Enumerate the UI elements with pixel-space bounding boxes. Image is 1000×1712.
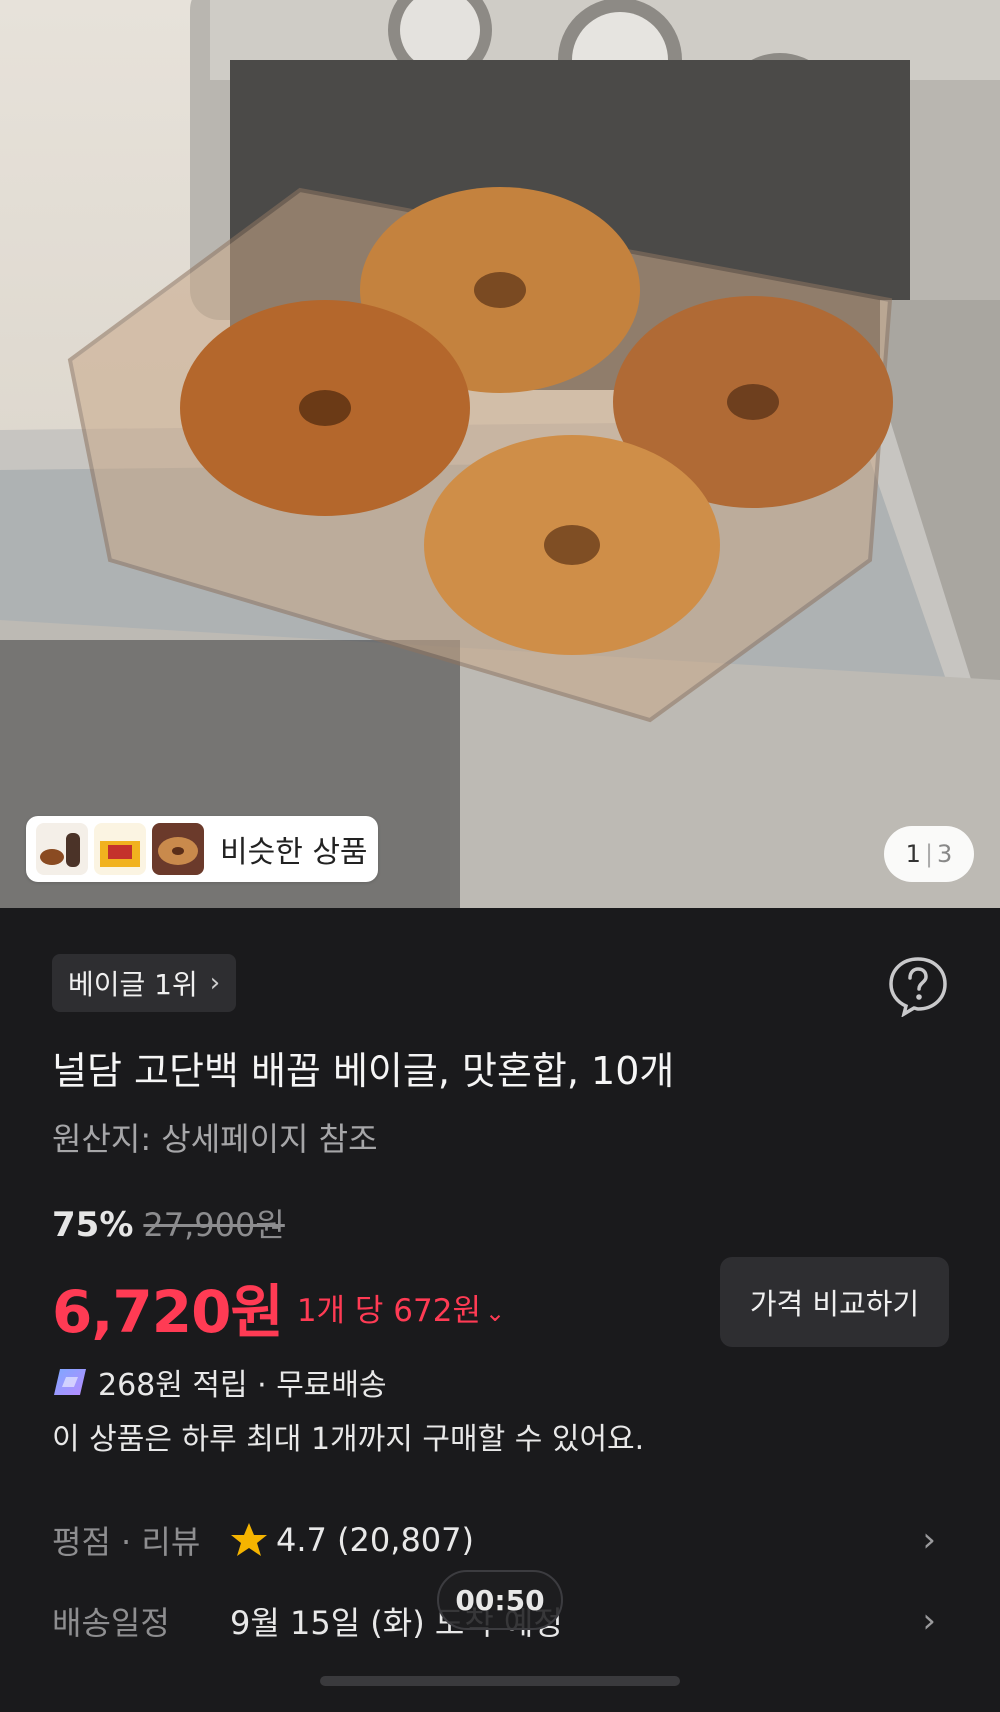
product-origin: 원산지: 상세페이지 참조 xyxy=(52,1120,378,1158)
unit-price: 1개 당 672원 xyxy=(296,1292,481,1329)
chevron-down-icon: ⌄ xyxy=(485,1298,506,1327)
reward-row: 268원 적립 · 무료배송 xyxy=(52,1360,387,1404)
product-photo xyxy=(0,0,1000,908)
similar-product-thumbnail xyxy=(36,823,88,875)
page-total: 3 xyxy=(937,840,953,868)
image-page-indicator: 1 | 3 xyxy=(884,826,974,882)
recording-timer: 00:50 xyxy=(437,1570,563,1630)
similar-product-thumbnail xyxy=(94,823,146,875)
chevron-right-icon: › xyxy=(922,1520,936,1560)
product-title: 널담 고단백 배꼽 베이글, 맛혼합, 10개 xyxy=(52,1049,675,1093)
purchase-limit-notice: 이 상품은 하루 최대 1개까지 구매할 수 있어요. xyxy=(52,1422,645,1457)
rank-label: 베이글 1위 xyxy=(68,968,198,1001)
similar-products-button[interactable]: 비슷한 상품 xyxy=(26,816,378,882)
reward-coin-icon xyxy=(54,1369,86,1395)
help-icon[interactable] xyxy=(887,955,949,1017)
price-row: 6,720원 1개 당 672원 ⌄ xyxy=(52,1265,505,1349)
rating-label: 평점 · 리뷰 xyxy=(52,1523,201,1561)
unit-price-toggle[interactable]: 1개 당 672원 ⌄ xyxy=(297,1285,505,1330)
delivery-label: 배송일정 xyxy=(52,1604,170,1642)
original-price: 27,900원 xyxy=(143,1206,285,1244)
similar-products-label: 비슷한 상품 xyxy=(220,835,368,870)
discount-rate: 75% xyxy=(52,1205,134,1245)
reward-text: 268원 적립 · 무료배송 xyxy=(98,1368,387,1403)
category-rank-chip[interactable]: 베이글 1위 › xyxy=(52,954,237,1012)
home-indicator[interactable] xyxy=(320,1676,680,1686)
rating-review-row[interactable]: 평점 · 리뷰 4.7 (20,807) › xyxy=(52,1518,948,1562)
chevron-right-icon: › xyxy=(209,968,221,998)
product-image-carousel[interactable]: 비슷한 상품 1 | 3 xyxy=(0,0,1000,908)
rating-value: 4.7 (20,807) xyxy=(276,1521,474,1559)
similar-product-thumbnail xyxy=(152,823,204,875)
discount-row: 75% 27,900원 xyxy=(52,1200,285,1246)
sale-price: 6,720원 xyxy=(52,1278,284,1346)
page-separator: | xyxy=(924,840,934,868)
chevron-right-icon: › xyxy=(922,1601,936,1641)
page-current: 1 xyxy=(905,840,921,868)
star-icon xyxy=(231,1523,267,1556)
price-compare-button[interactable]: 가격 비교하기 xyxy=(720,1257,949,1347)
